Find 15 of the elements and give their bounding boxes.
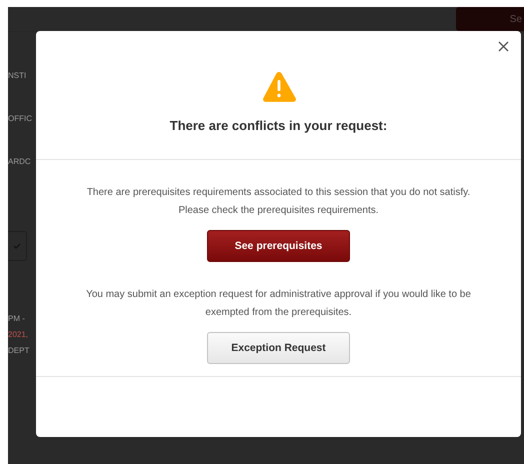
check-button[interactable] bbox=[8, 231, 27, 261]
check-icon bbox=[13, 243, 21, 249]
background-text: PM - bbox=[8, 313, 26, 325]
background-text: DEPT bbox=[8, 345, 30, 357]
dialog-message: You may submit an exception request for administrative approval if you would like to be exempted from the prerequisites. bbox=[85, 288, 472, 320]
background-text: ARDC bbox=[8, 156, 32, 168]
dialog-title: There are conflicts in your request: bbox=[170, 118, 388, 133]
close-button[interactable] bbox=[496, 39, 511, 54]
date-text: 2021, bbox=[8, 329, 30, 341]
warning-icon bbox=[260, 71, 296, 102]
dialog-message: There are prerequisites requirements associated to this session that you do not satisfy. Please check the prerequisites requirements. bbox=[86, 186, 472, 218]
exception-request-button[interactable]: Exception Request bbox=[207, 332, 350, 364]
background-text: OFFIC bbox=[8, 113, 33, 125]
background-text: NSTI bbox=[8, 70, 28, 82]
see-prerequisites-button[interactable]: See prerequisites bbox=[207, 230, 350, 262]
